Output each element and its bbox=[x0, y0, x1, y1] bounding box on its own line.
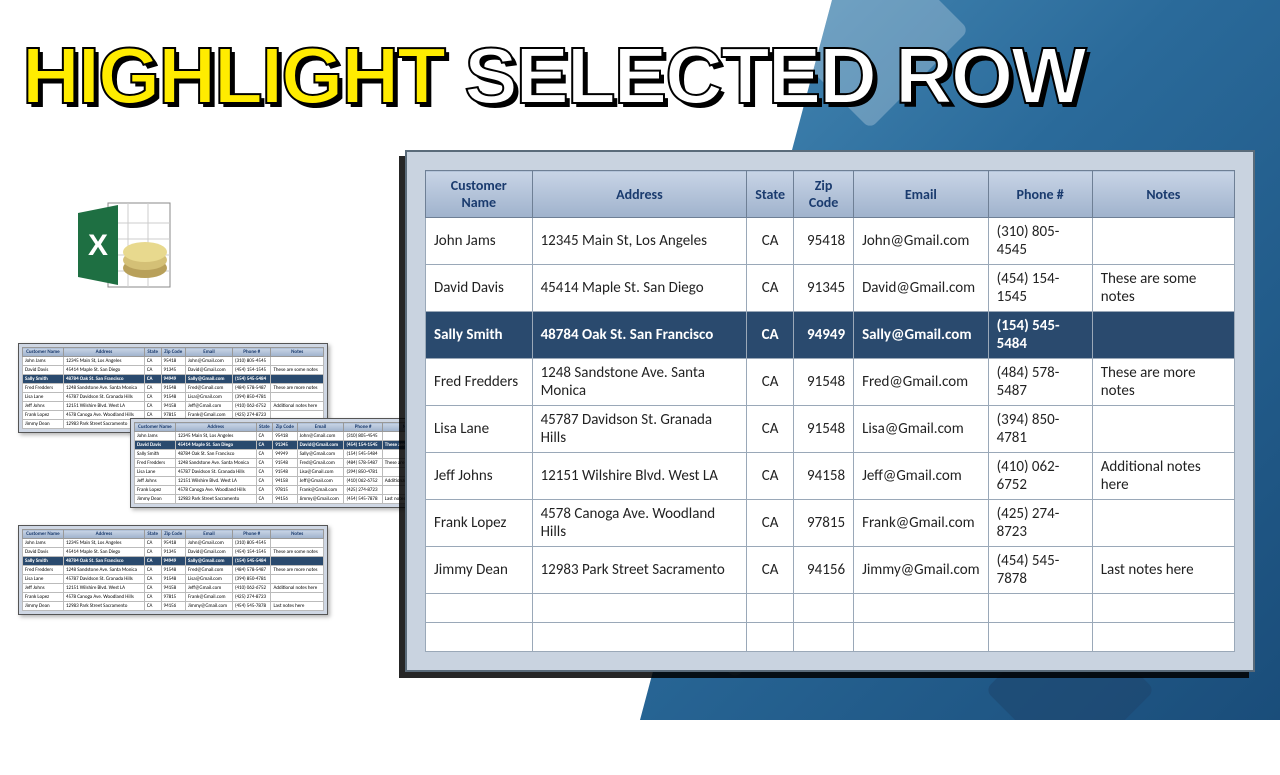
svg-text:X: X bbox=[88, 229, 108, 262]
table-row[interactable]: Jimmy Dean12983 Park Street SacramentoCA… bbox=[426, 547, 1235, 594]
mini-table-preview: Customer NameAddressStateZip CodeEmailPh… bbox=[130, 418, 440, 508]
cell-notes[interactable]: These are some notes bbox=[1092, 265, 1234, 312]
headline-rest: SELECTED ROW bbox=[444, 31, 1085, 120]
cell-phone[interactable]: (454) 545-7878 bbox=[988, 547, 1092, 594]
cell-address[interactable]: 45787 Davidson St. Granada Hills bbox=[532, 406, 747, 453]
cell-name[interactable]: David Davis bbox=[426, 265, 533, 312]
mini-table-preview: Customer NameAddressStateZip CodeEmailPh… bbox=[18, 525, 328, 615]
headline-title: HIGHLIGHT SELECTED ROW bbox=[22, 30, 1085, 122]
cell-phone[interactable]: (410) 062-6752 bbox=[988, 453, 1092, 500]
cell-state[interactable]: CA bbox=[747, 359, 794, 406]
cell-state[interactable]: CA bbox=[747, 500, 794, 547]
column-header[interactable]: Email bbox=[854, 171, 989, 218]
cell-email[interactable]: John@Gmail.com bbox=[854, 218, 989, 265]
column-header[interactable]: State bbox=[747, 171, 794, 218]
cell-email[interactable]: Jeff@Gmail.com bbox=[854, 453, 989, 500]
cell-address[interactable]: 4578 Canoga Ave. Woodland Hills bbox=[532, 500, 747, 547]
cell-name[interactable]: Frank Lopez bbox=[426, 500, 533, 547]
cell-name[interactable]: Fred Fredders bbox=[426, 359, 533, 406]
column-header[interactable]: Zip Code bbox=[794, 171, 854, 218]
table-row[interactable]: Lisa Lane45787 Davidson St. Granada Hill… bbox=[426, 406, 1235, 453]
cell-notes[interactable] bbox=[1092, 218, 1234, 265]
cell-address[interactable]: 48784 Oak St. San Francisco bbox=[532, 312, 747, 359]
main-table-panel: Customer NameAddressStateZip CodeEmailPh… bbox=[405, 150, 1255, 672]
cell-notes[interactable] bbox=[1092, 500, 1234, 547]
cell-name[interactable]: Lisa Lane bbox=[426, 406, 533, 453]
column-header[interactable]: Notes bbox=[1092, 171, 1234, 218]
cell-zip[interactable]: 94949 bbox=[794, 312, 854, 359]
cell-name[interactable]: John Jams bbox=[426, 218, 533, 265]
cell-zip[interactable]: 97815 bbox=[794, 500, 854, 547]
table-row[interactable]: Jeff Johns12151 Wilshire Blvd. West LACA… bbox=[426, 453, 1235, 500]
cell-phone[interactable]: (154) 545-5484 bbox=[988, 312, 1092, 359]
table-row[interactable]: Sally Smith48784 Oak St. San FranciscoCA… bbox=[426, 312, 1235, 359]
cell-phone[interactable]: (394) 850-4781 bbox=[988, 406, 1092, 453]
cell-address[interactable]: 45414 Maple St. San Diego bbox=[532, 265, 747, 312]
cell-state[interactable]: CA bbox=[747, 265, 794, 312]
column-header[interactable]: Phone # bbox=[988, 171, 1092, 218]
cell-email[interactable]: Sally@Gmail.com bbox=[854, 312, 989, 359]
cell-zip[interactable]: 94156 bbox=[794, 547, 854, 594]
cell-phone[interactable]: (454) 154-1545 bbox=[988, 265, 1092, 312]
cell-zip[interactable]: 94158 bbox=[794, 453, 854, 500]
customer-table[interactable]: Customer NameAddressStateZip CodeEmailPh… bbox=[425, 170, 1235, 652]
cell-notes[interactable] bbox=[1092, 312, 1234, 359]
table-row[interactable]: David Davis45414 Maple St. San DiegoCA91… bbox=[426, 265, 1235, 312]
table-row-empty[interactable] bbox=[426, 623, 1235, 652]
cell-name[interactable]: Jeff Johns bbox=[426, 453, 533, 500]
cell-email[interactable]: David@Gmail.com bbox=[854, 265, 989, 312]
cell-address[interactable]: 1248 Sandstone Ave. Santa Monica bbox=[532, 359, 747, 406]
cell-email[interactable]: Lisa@Gmail.com bbox=[854, 406, 989, 453]
cell-zip[interactable]: 91345 bbox=[794, 265, 854, 312]
cell-phone[interactable]: (484) 578-5487 bbox=[988, 359, 1092, 406]
cell-notes[interactable]: These are more notes bbox=[1092, 359, 1234, 406]
cell-state[interactable]: CA bbox=[747, 453, 794, 500]
cell-notes[interactable] bbox=[1092, 406, 1234, 453]
cell-state[interactable]: CA bbox=[747, 406, 794, 453]
cell-state[interactable]: CA bbox=[747, 312, 794, 359]
cell-address[interactable]: 12983 Park Street Sacramento bbox=[532, 547, 747, 594]
cell-zip[interactable]: 91548 bbox=[794, 359, 854, 406]
cell-notes[interactable]: Last notes here bbox=[1092, 547, 1234, 594]
headline-highlight-word: HIGHLIGHT bbox=[22, 31, 444, 120]
cell-email[interactable]: Fred@Gmail.com bbox=[854, 359, 989, 406]
excel-icon: X bbox=[70, 195, 180, 300]
cell-state[interactable]: CA bbox=[747, 218, 794, 265]
table-row[interactable]: Fred Fredders1248 Sandstone Ave. Santa M… bbox=[426, 359, 1235, 406]
cell-email[interactable]: Frank@Gmail.com bbox=[854, 500, 989, 547]
cell-address[interactable]: 12151 Wilshire Blvd. West LA bbox=[532, 453, 747, 500]
cell-phone[interactable]: (310) 805-4545 bbox=[988, 218, 1092, 265]
table-row[interactable]: John Jams12345 Main St, Los AngelesCA954… bbox=[426, 218, 1235, 265]
column-header[interactable]: Address bbox=[532, 171, 747, 218]
table-row-empty[interactable] bbox=[426, 594, 1235, 623]
cell-state[interactable]: CA bbox=[747, 547, 794, 594]
cell-notes[interactable]: Additional notes here bbox=[1092, 453, 1234, 500]
cell-name[interactable]: Sally Smith bbox=[426, 312, 533, 359]
table-row[interactable]: Frank Lopez4578 Canoga Ave. Woodland Hil… bbox=[426, 500, 1235, 547]
cell-zip[interactable]: 95418 bbox=[794, 218, 854, 265]
column-header[interactable]: Customer Name bbox=[426, 171, 533, 218]
cell-phone[interactable]: (425) 274-8723 bbox=[988, 500, 1092, 547]
cell-name[interactable]: Jimmy Dean bbox=[426, 547, 533, 594]
cell-zip[interactable]: 91548 bbox=[794, 406, 854, 453]
cell-email[interactable]: Jimmy@Gmail.com bbox=[854, 547, 989, 594]
cell-address[interactable]: 12345 Main St, Los Angeles bbox=[532, 218, 747, 265]
